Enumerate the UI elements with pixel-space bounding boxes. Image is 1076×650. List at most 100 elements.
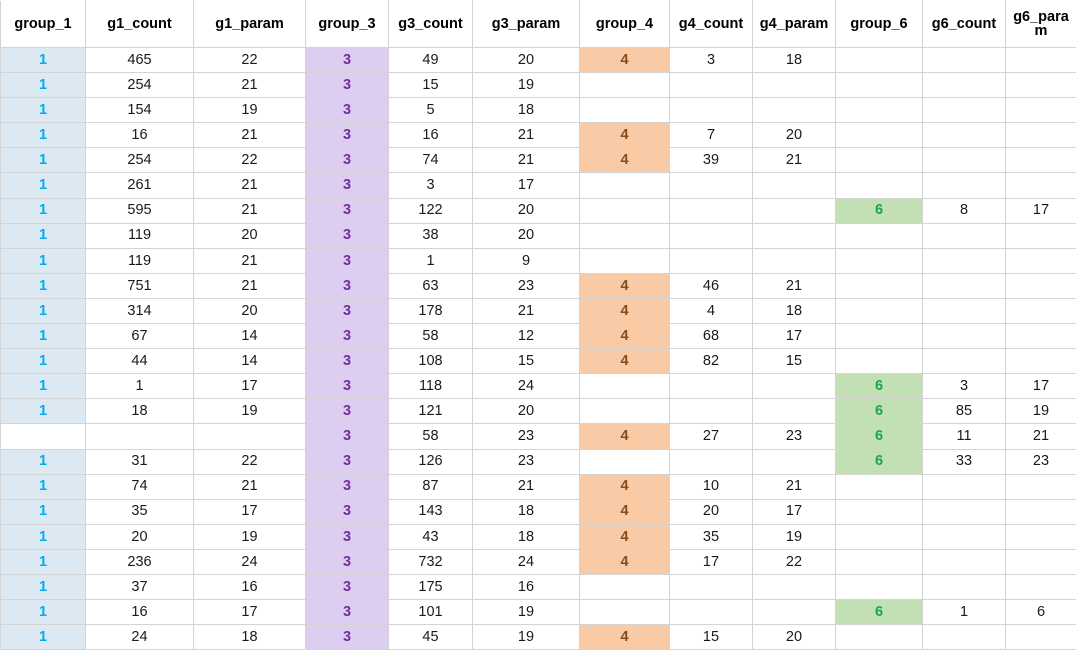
- cell-g6-count[interactable]: [923, 574, 1006, 599]
- cell-g1-param[interactable]: 14: [194, 349, 306, 374]
- cell-g1-param[interactable]: 19: [194, 524, 306, 549]
- cell-group-1[interactable]: 1: [1, 524, 86, 549]
- cell-g1-param[interactable]: 20: [194, 223, 306, 248]
- cell-g6-param[interactable]: 17: [1006, 374, 1076, 399]
- cell-g4-param[interactable]: [753, 248, 836, 273]
- table-row[interactable]: 1254223742143921: [1, 148, 1076, 173]
- cell-g1-param[interactable]: 21: [194, 73, 306, 98]
- cell-g1-count[interactable]: 254: [86, 73, 194, 98]
- cell-g3-param[interactable]: 19: [473, 73, 580, 98]
- cell-g4-param[interactable]: 18: [753, 48, 836, 73]
- cell-g3-count[interactable]: 122: [389, 198, 473, 223]
- table-row[interactable]: 174213872141021: [1, 474, 1076, 499]
- cell-g4-count[interactable]: [670, 600, 753, 625]
- cell-group-4[interactable]: 4: [580, 148, 670, 173]
- table-row[interactable]: 111921319: [1, 248, 1076, 273]
- cell-g6-param[interactable]: [1006, 73, 1076, 98]
- cell-group-6[interactable]: 6: [836, 399, 923, 424]
- cell-g3-count[interactable]: 38: [389, 223, 473, 248]
- cell-g6-param[interactable]: [1006, 349, 1076, 374]
- cell-g4-param[interactable]: 21: [753, 273, 836, 298]
- cell-g1-count[interactable]: 18: [86, 399, 194, 424]
- cell-group-6[interactable]: [836, 248, 923, 273]
- cell-group-1[interactable]: 1: [1, 349, 86, 374]
- cell-g6-count[interactable]: [923, 98, 1006, 123]
- cell-g1-param[interactable]: 21: [194, 198, 306, 223]
- cell-g6-count[interactable]: [923, 625, 1006, 650]
- cell-g1-param[interactable]: 21: [194, 474, 306, 499]
- cell-g6-count[interactable]: [923, 223, 1006, 248]
- cell-group-6[interactable]: 6: [836, 449, 923, 474]
- table-row[interactable]: 1154193518: [1, 98, 1076, 123]
- cell-g6-count[interactable]: [923, 148, 1006, 173]
- cell-g4-count[interactable]: [670, 574, 753, 599]
- cell-g6-count[interactable]: 11: [923, 424, 1006, 449]
- cell-g4-param[interactable]: [753, 198, 836, 223]
- cell-g4-count[interactable]: [670, 98, 753, 123]
- cell-g4-count[interactable]: [670, 198, 753, 223]
- cell-g1-param[interactable]: 24: [194, 549, 306, 574]
- cell-g1-count[interactable]: 119: [86, 223, 194, 248]
- cell-g1-count[interactable]: 314: [86, 298, 194, 323]
- table-row[interactable]: 11617310119616: [1, 600, 1076, 625]
- cell-g6-param[interactable]: [1006, 499, 1076, 524]
- cell-group-3[interactable]: 3: [306, 449, 389, 474]
- cell-group-3[interactable]: 3: [306, 148, 389, 173]
- cell-g6-param[interactable]: [1006, 48, 1076, 73]
- cell-g1-count[interactable]: 236: [86, 549, 194, 574]
- table-row[interactable]: 12362437322441722: [1, 549, 1076, 574]
- cell-group-4[interactable]: [580, 173, 670, 198]
- cell-g1-count[interactable]: 1: [86, 374, 194, 399]
- cell-g3-count[interactable]: 43: [389, 524, 473, 549]
- cell-g3-count[interactable]: 58: [389, 424, 473, 449]
- cell-group-6[interactable]: [836, 574, 923, 599]
- cell-group-3[interactable]: 3: [306, 574, 389, 599]
- cell-g3-count[interactable]: 58: [389, 324, 473, 349]
- cell-g6-param[interactable]: [1006, 248, 1076, 273]
- table-row[interactable]: 13716317516: [1, 574, 1076, 599]
- cell-g3-count[interactable]: 15: [389, 73, 473, 98]
- cell-g3-count[interactable]: 175: [389, 574, 473, 599]
- cell-group-1[interactable]: [1, 424, 86, 449]
- cell-group-4[interactable]: 4: [580, 625, 670, 650]
- cell-g6-param[interactable]: 19: [1006, 399, 1076, 424]
- cell-group-4[interactable]: 4: [580, 349, 670, 374]
- cell-g3-param[interactable]: 21: [473, 148, 580, 173]
- cell-g6-count[interactable]: [923, 73, 1006, 98]
- cell-group-1[interactable]: 1: [1, 324, 86, 349]
- cell-g3-count[interactable]: 121: [389, 399, 473, 424]
- cell-g1-count[interactable]: 595: [86, 198, 194, 223]
- cell-group-6[interactable]: 6: [836, 424, 923, 449]
- table-row[interactable]: 1595213122206817: [1, 198, 1076, 223]
- cell-g3-param[interactable]: 18: [473, 524, 580, 549]
- cell-g6-count[interactable]: 85: [923, 399, 1006, 424]
- cell-group-4[interactable]: [580, 449, 670, 474]
- cell-g3-param[interactable]: 23: [473, 449, 580, 474]
- cell-group-3[interactable]: 3: [306, 223, 389, 248]
- cell-group-4[interactable]: [580, 574, 670, 599]
- cell-g6-count[interactable]: [923, 173, 1006, 198]
- cell-g6-param[interactable]: [1006, 524, 1076, 549]
- cell-g1-count[interactable]: 74: [86, 474, 194, 499]
- cell-g6-count[interactable]: [923, 248, 1006, 273]
- column-header-g1-param[interactable]: g1_param: [194, 1, 306, 48]
- cell-g4-count[interactable]: 10: [670, 474, 753, 499]
- cell-g4-param[interactable]: 21: [753, 474, 836, 499]
- column-header-g6-param[interactable]: g6_param: [1006, 1, 1076, 48]
- cell-g6-param[interactable]: 23: [1006, 449, 1076, 474]
- cell-group-3[interactable]: 3: [306, 349, 389, 374]
- cell-g6-count[interactable]: [923, 324, 1006, 349]
- cell-group-6[interactable]: [836, 148, 923, 173]
- cell-g4-count[interactable]: 46: [670, 273, 753, 298]
- column-header-g3-param[interactable]: g3_param: [473, 1, 580, 48]
- cell-group-1[interactable]: 1: [1, 98, 86, 123]
- cell-g1-param[interactable]: 19: [194, 399, 306, 424]
- cell-g3-count[interactable]: 16: [389, 123, 473, 148]
- cell-g3-param[interactable]: 9: [473, 248, 580, 273]
- cell-g3-count[interactable]: 63: [389, 273, 473, 298]
- cell-group-1[interactable]: 1: [1, 625, 86, 650]
- column-header-group-1[interactable]: group_1: [1, 1, 86, 48]
- cell-g3-count[interactable]: 87: [389, 474, 473, 499]
- cell-g4-param[interactable]: 20: [753, 123, 836, 148]
- cell-group-6[interactable]: [836, 48, 923, 73]
